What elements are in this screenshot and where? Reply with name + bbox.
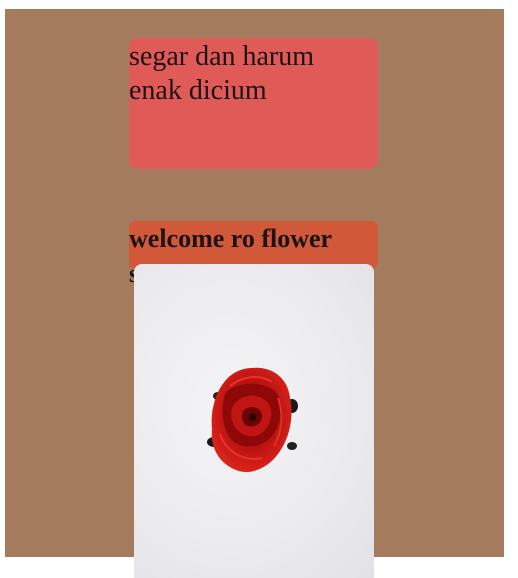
welcome-title: welcome ro flower	[129, 224, 333, 253]
description-text: segar dan harum enak dicium	[129, 41, 315, 106]
rose-image	[134, 264, 374, 578]
rose-illustration	[207, 367, 298, 473]
welcome-banner: welcome ro flower s	[129, 221, 378, 288]
description-card: segar dan harum enak dicium	[129, 38, 378, 169]
page: segar dan harum enak dicium welcome ro f…	[0, 0, 518, 578]
